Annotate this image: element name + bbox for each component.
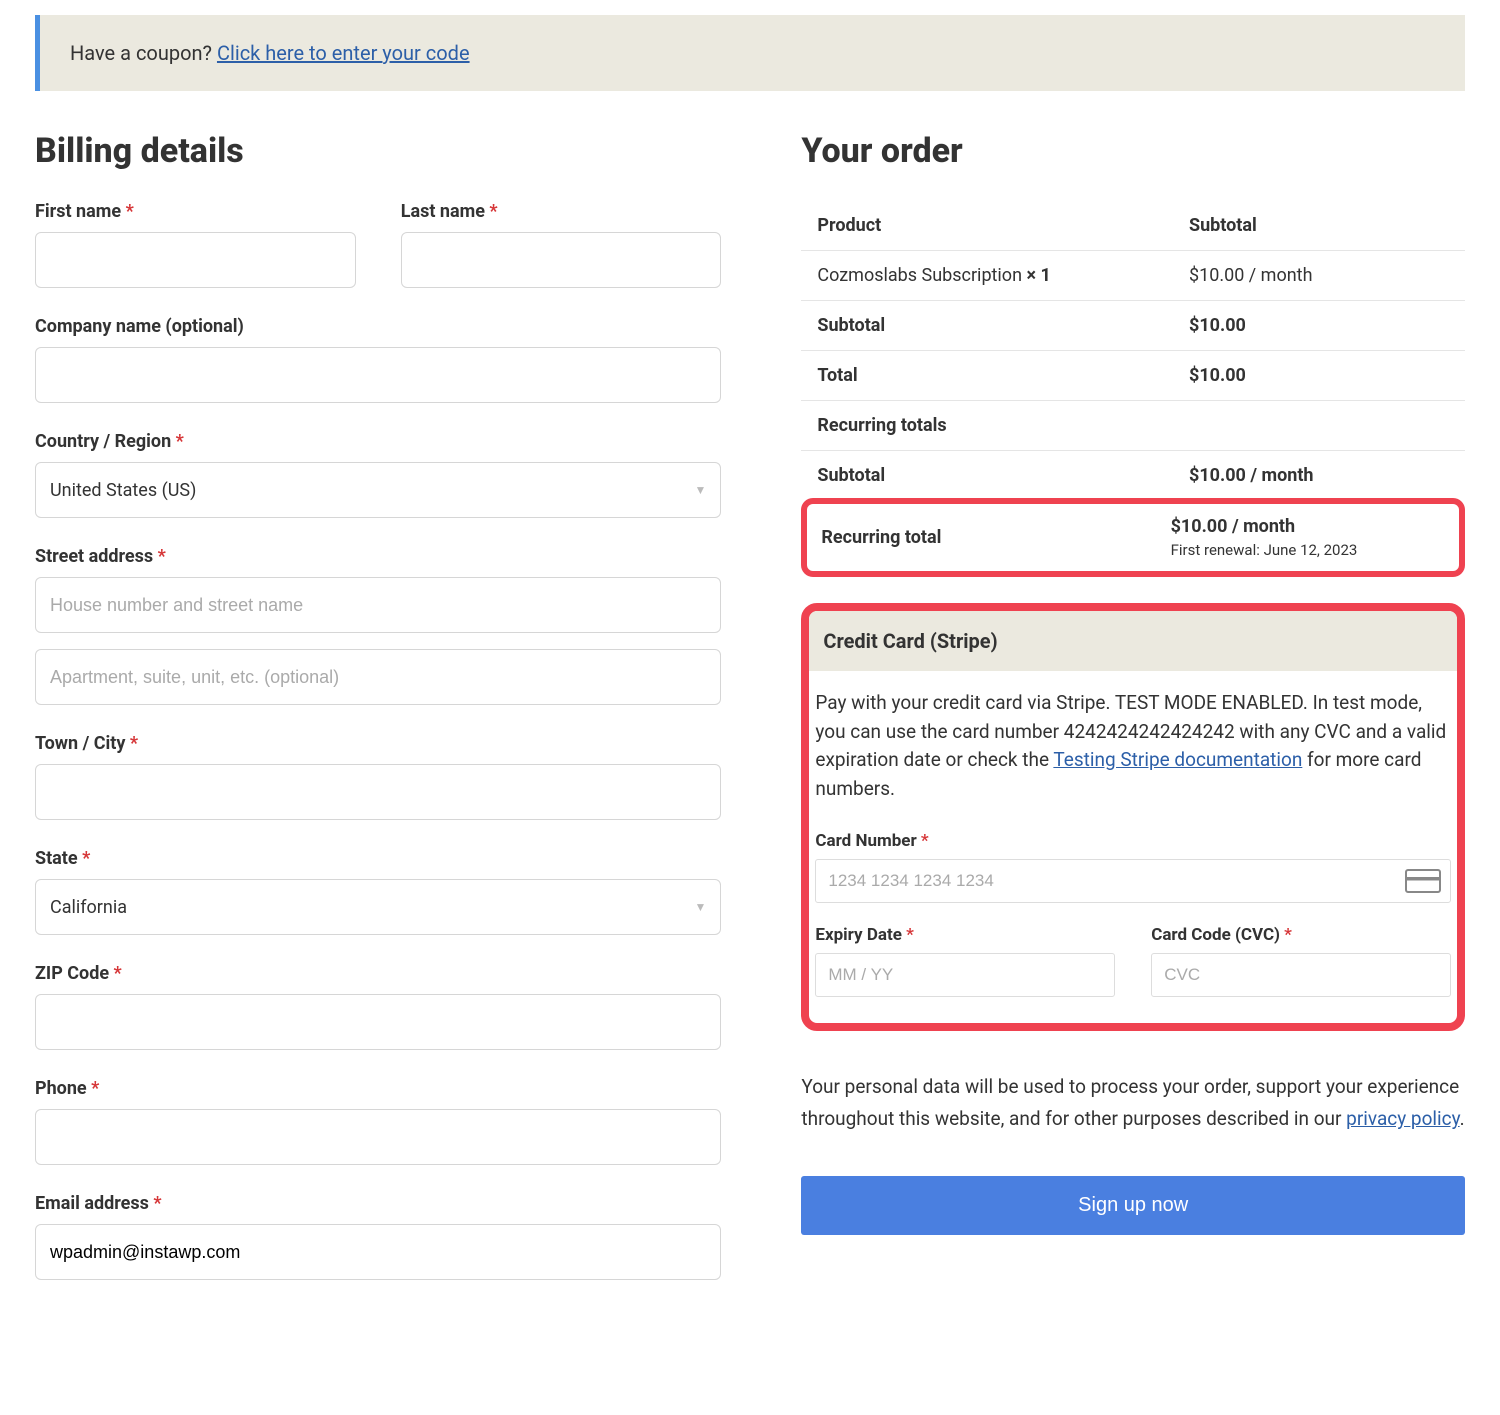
required-star: * [489, 201, 497, 222]
recurring-subtotal-value: $10.00 / month [1173, 451, 1465, 501]
country-label: Country / Region * [35, 431, 721, 452]
cvc-label: Card Code (CVC) * [1151, 925, 1451, 945]
table-row: Recurring totals [801, 401, 1465, 451]
coupon-prompt: Have a coupon? [70, 41, 217, 65]
required-star: * [126, 201, 134, 222]
required-star: * [158, 546, 166, 567]
phone-input[interactable] [35, 1109, 721, 1165]
order-title: Your order [801, 131, 1465, 171]
expiry-label: Expiry Date * [815, 925, 1115, 945]
required-star: * [130, 733, 138, 754]
cvc-input[interactable] [1151, 953, 1451, 997]
credit-card-icon [1405, 869, 1441, 893]
required-star: * [921, 831, 929, 851]
zip-label: ZIP Code * [35, 963, 721, 984]
billing-title: Billing details [35, 131, 721, 171]
required-star: * [114, 963, 122, 984]
stripe-docs-link[interactable]: Testing Stripe documentation [1053, 748, 1302, 771]
billing-column: Billing details First name * Last name *… [35, 131, 721, 1308]
recurring-total-label: Recurring total [821, 516, 1170, 559]
state-label: State * [35, 848, 721, 869]
city-label: Town / City * [35, 733, 721, 754]
required-star: * [82, 848, 90, 869]
email-input[interactable] [35, 1224, 721, 1280]
privacy-text: Your personal data will be used to proce… [801, 1071, 1465, 1136]
recurring-header: Recurring totals [801, 401, 1465, 451]
th-subtotal: Subtotal [1173, 201, 1465, 251]
product-cell: Cozmoslabs Subscription × 1 [801, 251, 1173, 301]
chevron-down-icon: ▼ [695, 483, 707, 497]
table-row: Total $10.00 [801, 351, 1465, 401]
card-number-label: Card Number * [815, 831, 1451, 851]
privacy-policy-link[interactable]: privacy policy [1346, 1107, 1459, 1130]
subtotal-value: $10.00 [1173, 301, 1465, 351]
product-price: $10.00 / month [1173, 251, 1465, 301]
required-star: * [153, 1193, 161, 1214]
recurring-total-highlight: Recurring total $10.00 / month First ren… [801, 498, 1465, 577]
state-value: California [50, 897, 127, 918]
payment-method-title: Credit Card (Stripe) [809, 611, 1457, 671]
coupon-banner: Have a coupon? Click here to enter your … [35, 15, 1465, 91]
signup-button[interactable]: Sign up now [801, 1176, 1465, 1235]
street2-input[interactable] [35, 649, 721, 705]
required-star: * [91, 1078, 99, 1099]
total-label: Total [801, 351, 1173, 401]
th-product: Product [801, 201, 1173, 251]
order-column: Your order Product Subtotal Cozmoslabs S… [801, 131, 1465, 1308]
payment-section: Credit Card (Stripe) Pay with your credi… [801, 603, 1465, 1031]
email-label: Email address * [35, 1193, 721, 1214]
city-input[interactable] [35, 764, 721, 820]
payment-description: Pay with your credit card via Stripe. TE… [815, 689, 1451, 803]
table-row: Cozmoslabs Subscription × 1 $10.00 / mon… [801, 251, 1465, 301]
country-value: United States (US) [50, 480, 196, 501]
required-star: * [906, 925, 914, 945]
expiry-input[interactable] [815, 953, 1115, 997]
street1-input[interactable] [35, 577, 721, 633]
chevron-down-icon: ▼ [695, 900, 707, 914]
company-label: Company name (optional) [35, 316, 721, 337]
order-table: Product Subtotal Cozmoslabs Subscription… [801, 201, 1465, 500]
required-star: * [176, 431, 184, 452]
last-name-label: Last name * [401, 201, 722, 222]
company-input[interactable] [35, 347, 721, 403]
last-name-input[interactable] [401, 232, 722, 288]
first-name-label: First name * [35, 201, 356, 222]
card-number-input[interactable] [815, 859, 1451, 903]
table-row: Subtotal $10.00 [801, 301, 1465, 351]
coupon-link[interactable]: Click here to enter your code [217, 41, 470, 65]
first-name-input[interactable] [35, 232, 356, 288]
street-label: Street address * [35, 546, 721, 567]
country-select[interactable]: United States (US) ▼ [35, 462, 721, 518]
recurring-total-value: $10.00 / month [1171, 516, 1296, 537]
recurring-subtotal-label: Subtotal [801, 451, 1173, 501]
state-select[interactable]: California ▼ [35, 879, 721, 935]
zip-input[interactable] [35, 994, 721, 1050]
required-star: * [1284, 925, 1292, 945]
total-value: $10.00 [1173, 351, 1465, 401]
phone-label: Phone * [35, 1078, 721, 1099]
recurring-total-value-block: $10.00 / month First renewal: June 12, 2… [1171, 516, 1445, 559]
first-renewal-note: First renewal: June 12, 2023 [1171, 541, 1445, 559]
subtotal-label: Subtotal [801, 301, 1173, 351]
table-row: Subtotal $10.00 / month [801, 451, 1465, 501]
